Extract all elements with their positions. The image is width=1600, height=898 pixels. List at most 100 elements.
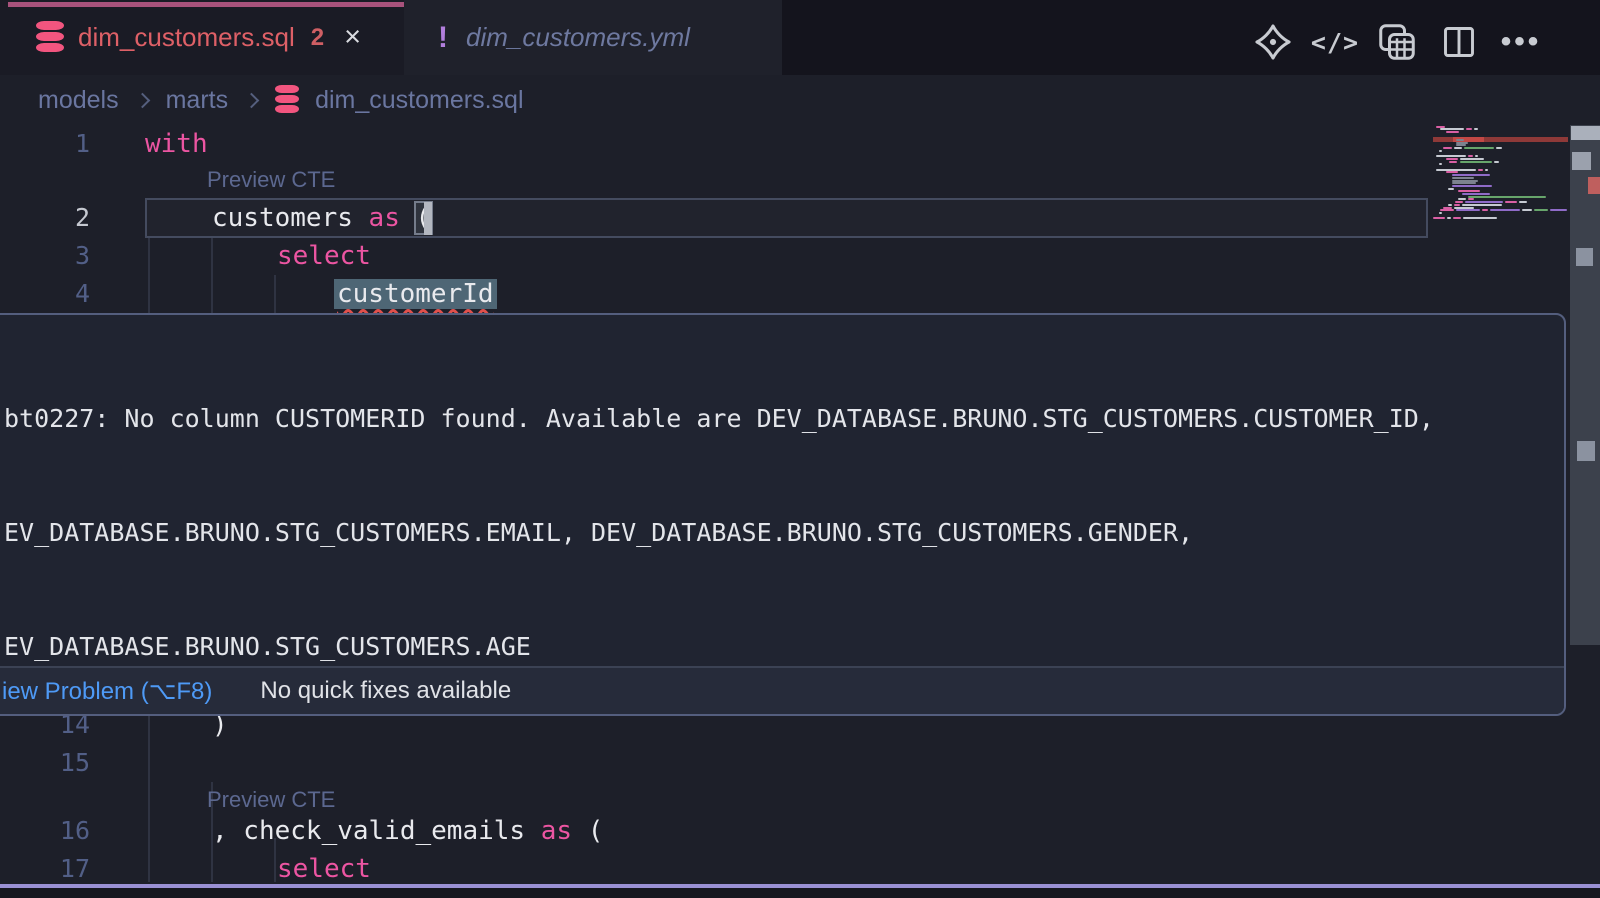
breadcrumb: models marts dim_customers.sql	[0, 75, 1600, 125]
tab-title: dim_customers.sql	[78, 22, 295, 53]
minimap-code-line	[1460, 158, 1484, 160]
minimap-code-line	[1453, 217, 1461, 219]
error-message-block: bt0227: No column CUSTOMERID found. Avai…	[0, 315, 1564, 716]
code-line-1[interactable]: with	[145, 125, 208, 163]
chevron-right-icon	[244, 92, 260, 108]
minimap-code-line	[1454, 204, 1460, 206]
minimap-code-line	[1446, 131, 1459, 133]
editor-window: dim_customers.sql 2 × ! dim_customers.ym…	[0, 0, 1600, 898]
view-problem-link[interactable]: iew Problem (⌥F8)	[2, 677, 212, 706]
minimap-code-line	[1452, 177, 1474, 179]
minimap-code-line	[1443, 147, 1452, 149]
split-editor-icon[interactable]	[1438, 21, 1480, 63]
line-number: 15	[0, 744, 90, 782]
code-line-16[interactable]: , check_valid_emails as (	[212, 812, 603, 850]
minimap-code-line	[1505, 201, 1517, 203]
scrollbar-thumb[interactable]	[1570, 125, 1600, 645]
minimap-code-line	[1448, 204, 1452, 206]
minimap-code-line	[1448, 188, 1454, 190]
minimap-code-line	[1456, 209, 1480, 211]
minimap-code-line	[1443, 207, 1452, 209]
minimap-code-line	[1462, 204, 1502, 206]
error-text: EV_DATABASE.BRUNO.STG_CUSTOMERS.AGE	[4, 628, 1550, 666]
minimap-code-line	[1478, 169, 1483, 171]
minimap-code-line	[1468, 155, 1473, 157]
tab-dim-customers-sql[interactable]: dim_customers.sql 2 ×	[0, 0, 404, 75]
minimap-code-line	[1466, 128, 1472, 130]
line-number: 4	[0, 275, 90, 313]
minimap-error-line	[1433, 137, 1568, 142]
codelens-preview-cte[interactable]: Preview CTE	[207, 166, 335, 194]
minimap-code-line	[1455, 201, 1463, 203]
overview-ruler-marker	[1577, 441, 1595, 461]
line-number: 1	[0, 125, 90, 163]
database-icon	[275, 85, 299, 115]
minimap-code-line	[1522, 209, 1532, 211]
error-text: EV_DATABASE.BRUNO.STG_CUSTOMERS.EMAIL, D…	[4, 514, 1550, 552]
minimap-code-line	[1436, 155, 1466, 157]
error-hover-popup: bt0227: No column CUSTOMERID found. Avai…	[0, 313, 1566, 716]
indent-guide	[211, 237, 213, 313]
minimap-code-line	[1446, 158, 1458, 160]
codelens-preview-cte[interactable]: Preview CTE	[207, 786, 335, 814]
copy-table-icon[interactable]	[1376, 21, 1418, 63]
minimap-code-line	[1440, 128, 1464, 130]
breadcrumb-marts[interactable]: marts	[166, 86, 229, 115]
code-line-4[interactable]: customerId	[334, 275, 497, 313]
minimap-code-line	[1482, 209, 1488, 211]
minimap-code-line	[1464, 147, 1494, 149]
line-number: 3	[0, 237, 90, 275]
database-icon	[36, 21, 64, 54]
minimap-code-line	[1534, 209, 1548, 211]
minimap-code-line	[1519, 201, 1527, 203]
minimap-code-line	[1463, 217, 1497, 219]
minimap-code-line	[1449, 161, 1457, 163]
minimap-code-line	[1456, 142, 1468, 144]
minimap-code-line	[1485, 169, 1488, 171]
overview-ruler-error-marker	[1588, 177, 1600, 194]
minimap-code-line	[1439, 163, 1442, 165]
code-line-3[interactable]: select	[277, 237, 371, 275]
line-number: 16	[0, 812, 90, 850]
minimap-code-line	[1433, 217, 1445, 219]
active-tab-top-border	[8, 2, 404, 7]
minimap-code-line	[1458, 198, 1466, 200]
more-actions-icon[interactable]: •••	[1500, 21, 1542, 63]
minimap-code-line	[1440, 209, 1454, 211]
minimap-code-line	[1446, 171, 1458, 173]
minimap-code-line	[1439, 212, 1442, 214]
minimap-code-line	[1462, 193, 1490, 195]
minimap-code-line	[1452, 182, 1476, 184]
scrollbar	[1570, 75, 1600, 884]
close-icon[interactable]: ×	[344, 23, 361, 52]
tab-dim-customers-yml[interactable]: ! dim_customers.yml	[404, 0, 782, 75]
open-compiled-code-icon[interactable]: </>	[1314, 21, 1356, 63]
minimap-code-line	[1436, 169, 1476, 171]
minimap-code-line	[1550, 209, 1567, 211]
minimap-code-line	[1494, 161, 1499, 163]
line-number: 2	[0, 199, 90, 237]
dbt-logo-icon[interactable]	[1252, 21, 1294, 63]
minimap-code-line	[1475, 155, 1478, 157]
minimap-code-line	[1465, 201, 1503, 203]
minimap-code-line	[1456, 139, 1464, 141]
problems-count-badge: 2	[311, 24, 324, 52]
editor-toolbar: </> •••	[1252, 20, 1542, 64]
chevron-right-icon	[134, 92, 150, 108]
code-line-17[interactable]: select	[277, 850, 371, 888]
minimap-code-line	[1456, 144, 1466, 146]
minimap-code-line	[1452, 185, 1492, 187]
line-number: 17	[0, 850, 90, 888]
indent-guide	[148, 706, 150, 882]
error-word-customerid[interactable]: customerId	[334, 279, 497, 309]
minimap-code-line	[1452, 174, 1490, 176]
error-text: bt0227: No column CUSTOMERID found. Avai…	[4, 400, 1550, 438]
minimap-code-line	[1439, 150, 1442, 152]
breadcrumb-file[interactable]: dim_customers.sql	[315, 86, 523, 115]
minimap-code-line	[1460, 161, 1492, 163]
breadcrumb-models[interactable]: models	[38, 86, 119, 115]
tab-title: dim_customers.yml	[466, 22, 690, 53]
minimap-code-line	[1454, 207, 1474, 209]
code-line-2[interactable]: customers as (	[212, 199, 431, 237]
bottom-strip	[0, 888, 1600, 898]
